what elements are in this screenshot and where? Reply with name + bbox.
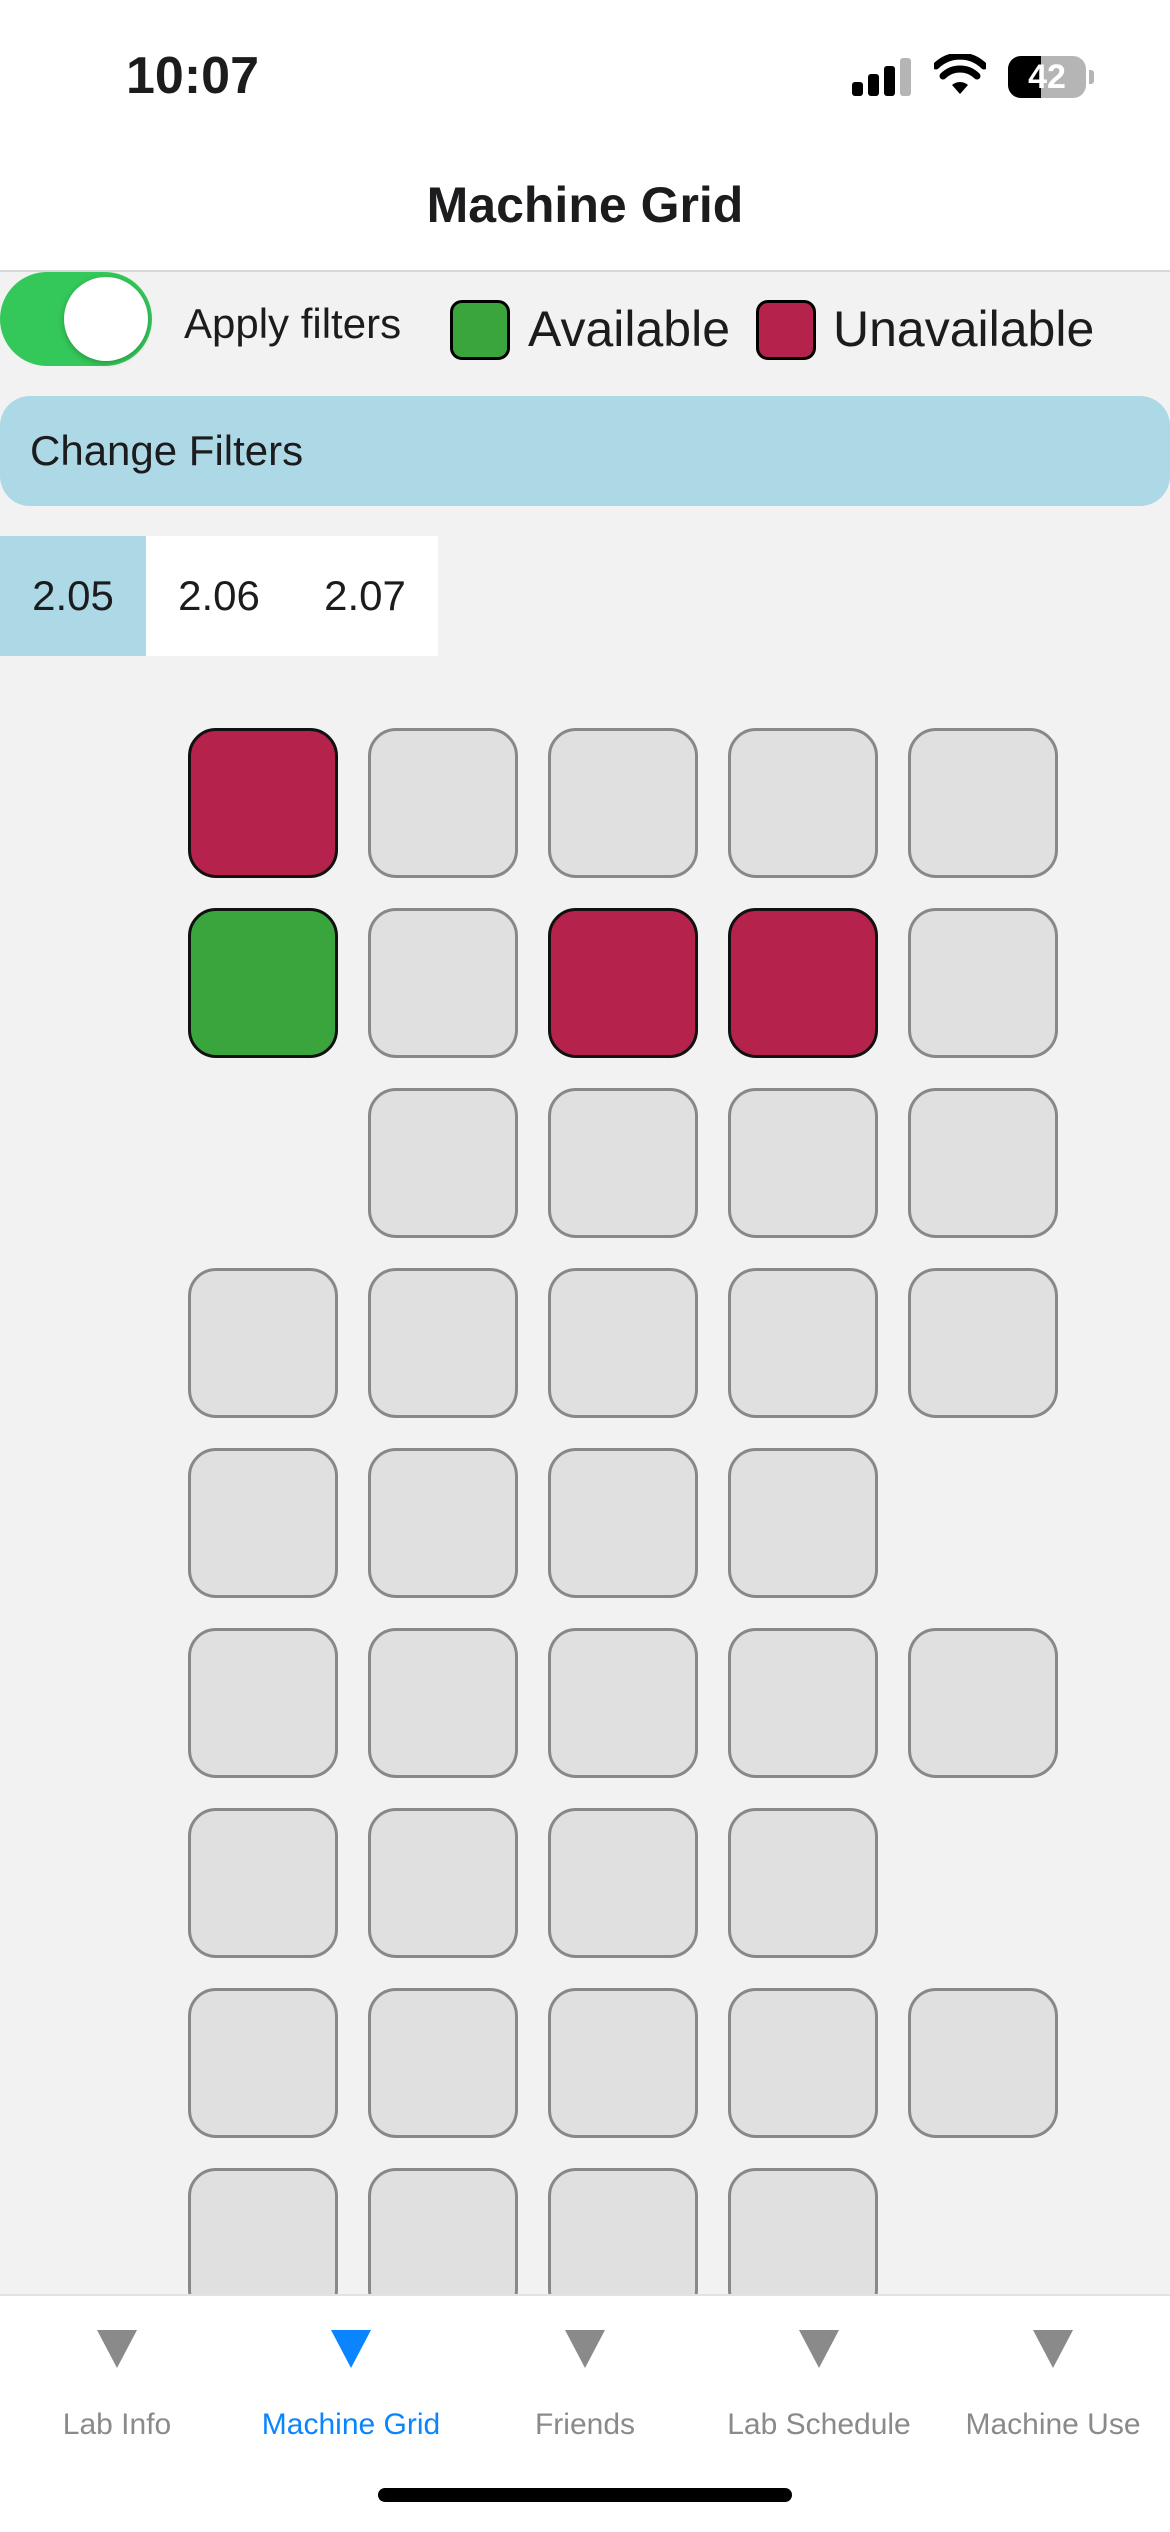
battery-icon: 42	[1008, 56, 1086, 98]
machine-cell[interactable]	[728, 1268, 878, 1418]
machine-cell[interactable]	[908, 1628, 1058, 1778]
machine-cell[interactable]	[368, 2168, 518, 2296]
machine-cell[interactable]	[368, 1628, 518, 1778]
battery-level: 42	[1028, 58, 1066, 96]
machine-cell[interactable]	[368, 908, 518, 1058]
tabbar-label: Lab Schedule	[727, 2408, 911, 2441]
machine-cell[interactable]	[188, 1628, 338, 1778]
tabbar-label: Friends	[534, 2408, 636, 2441]
machine-cell[interactable]	[368, 1808, 518, 1958]
machine-cell[interactable]	[908, 1268, 1058, 1418]
triangle-down-icon	[565, 2330, 605, 2368]
tabbar-item-lab-schedule[interactable]: Lab Schedule	[702, 2296, 936, 2496]
machine-cell[interactable]	[548, 908, 698, 1058]
machine-cell[interactable]	[908, 1088, 1058, 1238]
tabbar-item-machine-use[interactable]: Machine Use	[936, 2296, 1170, 2496]
machine-cell[interactable]	[548, 728, 698, 878]
tabbar-item-lab-info[interactable]: Lab Info	[0, 2296, 234, 2496]
machine-cell[interactable]	[188, 908, 338, 1058]
legend-label-available: Available	[528, 301, 731, 357]
machine-cell[interactable]	[368, 728, 518, 878]
machine-cell[interactable]	[188, 1988, 338, 2138]
legend-swatch-available	[450, 300, 510, 360]
room-tab-2-06[interactable]: 2.06	[146, 536, 292, 656]
machine-cell[interactable]	[908, 1988, 1058, 2138]
triangle-down-icon	[331, 2330, 371, 2368]
page-title: Machine Grid	[0, 150, 1170, 272]
apply-filters-label: Apply filters	[184, 300, 402, 347]
machine-cell[interactable]	[368, 1088, 518, 1238]
machine-cell[interactable]	[728, 1088, 878, 1238]
cellular-signal-icon	[852, 58, 914, 96]
triangle-down-icon	[97, 2330, 137, 2368]
legend-swatch-unavailable	[756, 300, 816, 360]
room-tabs: 2.05 2.06 2.07	[0, 536, 438, 656]
machine-grid	[188, 728, 1058, 2296]
machine-cell[interactable]	[368, 1268, 518, 1418]
machine-cell[interactable]	[188, 1808, 338, 1958]
machine-cell[interactable]	[368, 1448, 518, 1598]
status-bar: 10:07 42	[0, 0, 1170, 150]
triangle-down-icon	[1033, 2330, 1073, 2368]
tabbar-label: Lab Info	[62, 2408, 172, 2441]
machine-cell[interactable]	[548, 1988, 698, 2138]
machine-cell[interactable]	[188, 728, 338, 878]
tabbar-item-machine-grid[interactable]: Machine Grid	[234, 2296, 468, 2496]
machine-cell[interactable]	[728, 728, 878, 878]
machine-cell[interactable]	[548, 1628, 698, 1778]
room-tab-2-05[interactable]: 2.05	[0, 536, 146, 656]
triangle-down-icon	[799, 2330, 839, 2368]
filter-row: Apply filters Available Unavailable	[0, 272, 1170, 384]
machine-cell[interactable]	[548, 1808, 698, 1958]
machine-cell[interactable]	[548, 1268, 698, 1418]
machine-cell[interactable]	[188, 1448, 338, 1598]
apply-filters-toggle[interactable]	[0, 272, 152, 366]
machine-cell[interactable]	[548, 1448, 698, 1598]
room-tab-2-07[interactable]: 2.07	[292, 536, 438, 656]
battery-tip	[1089, 70, 1094, 84]
tabbar-label: Machine Use	[965, 2408, 1141, 2441]
change-filters-button[interactable]: Change Filters	[0, 396, 1170, 506]
machine-cell[interactable]	[908, 728, 1058, 878]
toggle-knob[interactable]	[64, 277, 148, 361]
tabbar-item-friends[interactable]: Friends	[468, 2296, 702, 2496]
machine-cell[interactable]	[188, 1268, 338, 1418]
machine-cell[interactable]	[908, 908, 1058, 1058]
machine-cell[interactable]	[548, 2168, 698, 2296]
machine-cell[interactable]	[728, 1988, 878, 2138]
home-indicator	[378, 2488, 792, 2502]
status-time: 10:07	[126, 47, 259, 105]
machine-cell[interactable]	[728, 1628, 878, 1778]
machine-cell[interactable]	[188, 2168, 338, 2296]
machine-cell[interactable]	[728, 908, 878, 1058]
legend-label-unavailable: Unavailable	[833, 301, 1095, 357]
machine-cell[interactable]	[728, 2168, 878, 2296]
machine-cell[interactable]	[548, 1088, 698, 1238]
machine-cell[interactable]	[728, 1448, 878, 1598]
tabbar-label: Machine Grid	[261, 2408, 441, 2441]
machine-cell[interactable]	[368, 1988, 518, 2138]
machine-cell[interactable]	[728, 1808, 878, 1958]
wifi-icon	[934, 54, 986, 94]
